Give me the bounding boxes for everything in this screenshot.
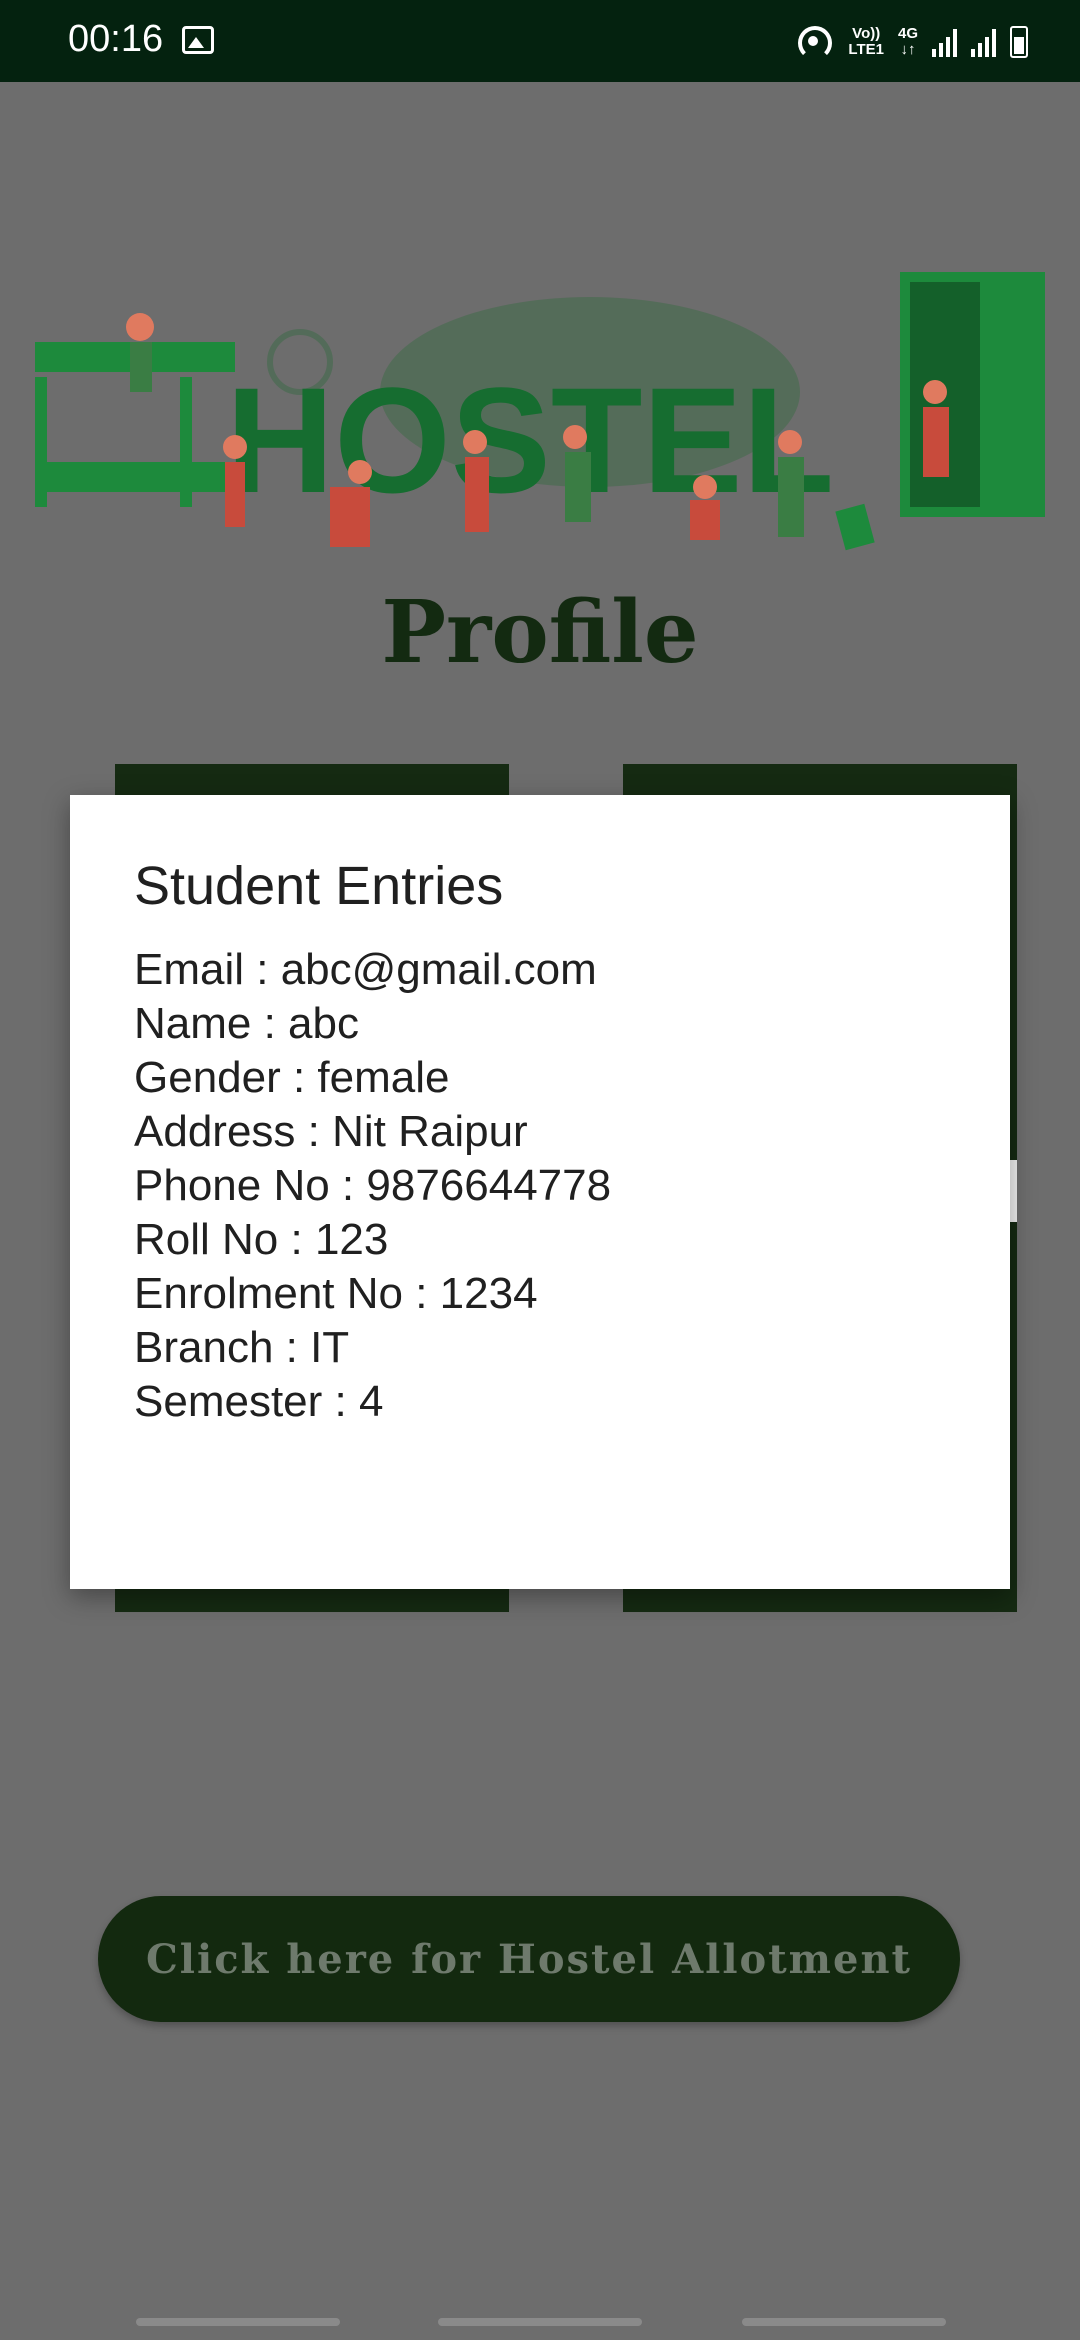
page-title: Profile — [381, 582, 699, 683]
entry-email: Email : abc@gmail.com — [134, 945, 597, 994]
nav-handle-left[interactable] — [136, 2318, 340, 2326]
status-time: 00:16 — [68, 18, 164, 60]
status-icons: Vo)) LTE1 4G ↓↑ — [794, 20, 1028, 64]
gesture-nav-bar — [0, 2310, 1080, 2340]
entry-name: Name : abc — [134, 999, 359, 1048]
status-bar: 00:16 Vo)) LTE1 4G ↓↑ — [0, 0, 1080, 82]
data-arrows-icon: ↓↑ — [900, 41, 916, 58]
nav-handle-right[interactable] — [742, 2318, 946, 2326]
image-icon — [182, 26, 214, 54]
entry-branch: Branch : IT — [134, 1323, 350, 1372]
volte-indicator: Vo)) LTE1 — [848, 26, 884, 58]
volte-bottom-label: LTE1 — [848, 41, 884, 58]
entry-address: Address : Nit Raipur — [134, 1107, 528, 1156]
student-entries-list: Email : abc@gmail.com Name : abc Gender … — [134, 943, 611, 1429]
network-type-label: 4G — [897, 25, 918, 42]
nav-handle-center[interactable] — [438, 2318, 642, 2326]
entry-gender: Gender : female — [134, 1053, 450, 1102]
hotspot-icon — [794, 24, 834, 60]
dialog-title: Student Entries — [134, 856, 504, 916]
hostel-allotment-button[interactable]: Click here for Hostel Allotment — [98, 1896, 960, 2022]
battery-icon — [1010, 26, 1028, 58]
volte-top-label: Vo)) — [852, 25, 881, 42]
entry-enrolment: Enrolment No : 1234 — [134, 1269, 538, 1318]
hostel-banner: HOSTEL — [35, 272, 1045, 551]
entry-semester: Semester : 4 — [134, 1377, 384, 1426]
entry-phone: Phone No : 9876644778 — [134, 1161, 612, 1210]
entry-roll: Roll No : 123 — [134, 1215, 389, 1264]
network-type-indicator: 4G ↓↑ — [898, 26, 918, 58]
signal-icon — [932, 27, 957, 57]
student-entries-dialog[interactable]: Student Entries Email : abc@gmail.com Na… — [70, 795, 1010, 1589]
banner-text: HOSTEL — [226, 356, 834, 524]
signal-icon — [971, 27, 996, 57]
